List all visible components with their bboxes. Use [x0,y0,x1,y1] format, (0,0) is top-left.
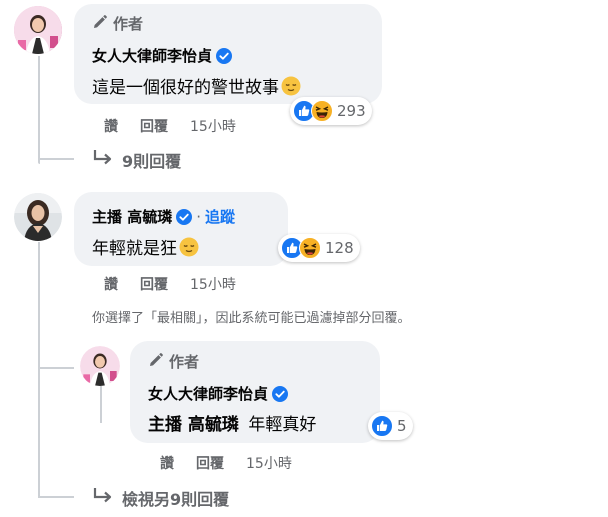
verified-icon [216,47,233,64]
relieved-emoji-icon [179,237,199,262]
reaction-icons [281,237,321,259]
reaction-count: 128 [325,239,354,257]
avatar[interactable] [14,193,62,241]
reply-arrow-icon [92,149,114,171]
avatar[interactable] [80,346,120,386]
thread-line-curve [38,158,74,160]
like-button[interactable]: 讚 [104,274,118,294]
reaction-count: 5 [397,417,407,435]
reply-text: 主播 高毓璘 年輕真好 [148,410,316,435]
commenter-name[interactable]: 女人大律師李怡貞 [92,45,233,66]
thread-line [38,56,40,164]
thread-line [100,385,102,423]
author-tag-label: 作者 [169,353,200,371]
reply-button[interactable]: 回覆 [196,453,224,473]
commenter-name-text[interactable]: 女人大律師李怡貞 [92,45,212,66]
commenter-name[interactable]: 女人大律師李怡貞 [148,383,289,404]
reply-button[interactable]: 回覆 [140,274,168,294]
author-tag: 作者 [92,13,143,34]
pencil-icon [148,352,164,372]
view-more-replies-link[interactable]: 檢視另9則回覆 [92,486,229,510]
verified-icon [176,208,193,225]
author-tag-label: 作者 [113,15,144,33]
timestamp[interactable]: 15小時 [190,116,236,136]
comment-text-body: 年輕就是狂 [92,239,177,259]
reaction-icons [371,415,393,437]
reaction-icons [293,100,333,122]
reply-button[interactable]: 回覆 [140,116,168,136]
mention-link[interactable]: 主播 高毓璘 [148,415,239,435]
reaction-summary[interactable]: 128 [278,234,360,262]
comment-text-body: 這是一個很好的警世故事 [92,78,279,98]
like-reaction-icon [371,415,393,437]
avatar[interactable] [14,6,62,54]
reaction-summary[interactable]: 293 [290,97,372,125]
thread-line-curve [38,496,74,498]
haha-reaction-icon [311,100,333,122]
author-tag: 作者 [148,351,199,372]
haha-reaction-icon [299,237,321,259]
reply-text-body: 年輕真好 [248,415,317,435]
comment-text: 這是一個很好的警世故事 [92,73,301,101]
follow-button[interactable]: 追蹤 [205,206,235,227]
thread-line [38,242,40,498]
reply-actions: 讚 回覆 15小時 [160,453,292,473]
verified-icon [272,385,289,402]
pencil-icon [92,14,108,34]
timestamp[interactable]: 15小時 [246,453,292,473]
reaction-count: 293 [337,102,366,120]
commenter-name-text[interactable]: 女人大律師李怡貞 [148,383,268,404]
commenter-name[interactable]: 主播 高毓璘 · 追蹤 [92,206,235,227]
comment-actions: 讚 回覆 15小時 [104,274,236,294]
view-more-replies-label[interactable]: 檢視另9則回覆 [122,486,229,510]
reply-arrow-icon [92,487,114,509]
filter-notice: 你選擇了「最相關」，因此系統可能已過濾掉部分回覆。 [92,311,411,326]
reaction-summary[interactable]: 5 [368,412,413,440]
comment-actions: 讚 回覆 15小時 [104,116,236,136]
timestamp[interactable]: 15小時 [190,274,236,294]
separator-dot: · [196,207,202,226]
comment-text: 年輕就是狂 [92,234,199,262]
like-button[interactable]: 讚 [160,453,174,473]
thread-line-curve [38,367,74,369]
commenter-name-text[interactable]: 主播 高毓璘 [92,206,172,227]
like-button[interactable]: 讚 [104,116,118,136]
view-replies-label[interactable]: 9則回覆 [122,148,181,172]
view-replies-link[interactable]: 9則回覆 [92,148,181,172]
